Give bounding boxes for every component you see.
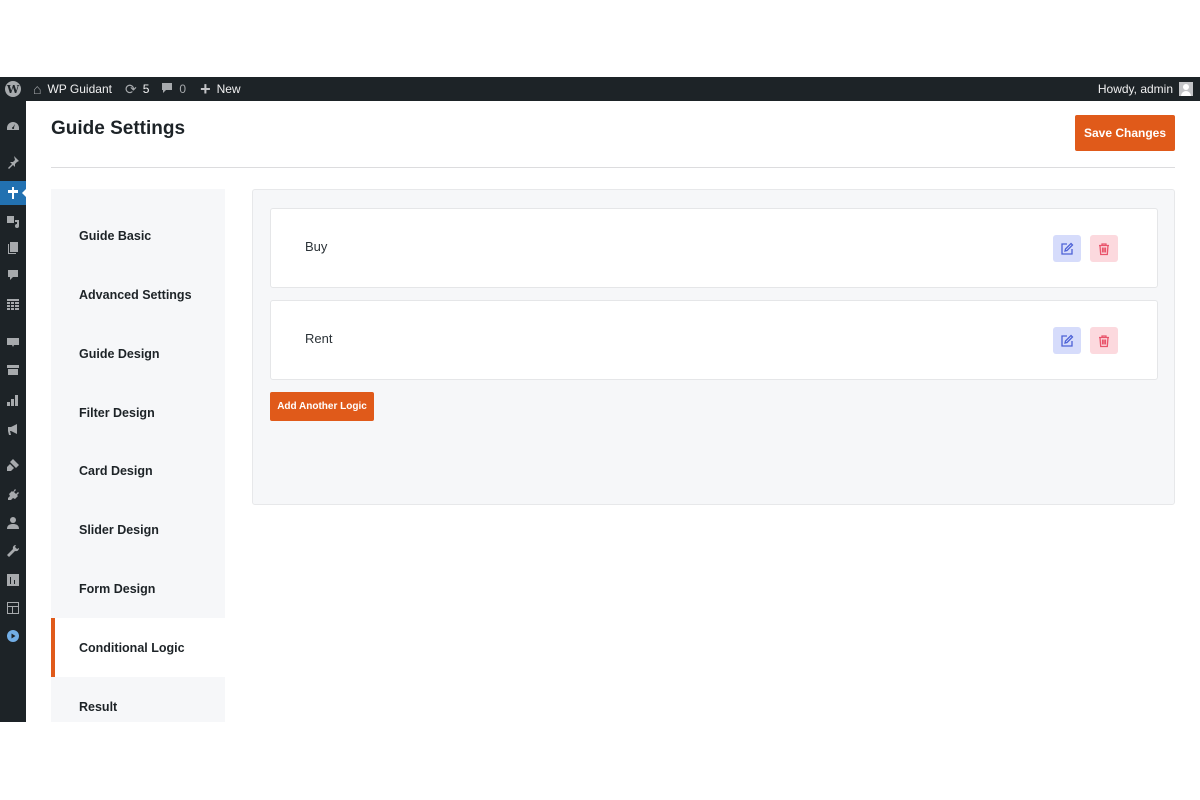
menu-plugins[interactable] [0, 485, 26, 505]
edit-icon [1061, 242, 1074, 255]
analytics-icon [7, 395, 18, 406]
settings-tab-nav: Guide Basic Advanced Settings Guide Desi… [51, 189, 225, 722]
table-icon [7, 299, 19, 310]
add-another-logic-button[interactable]: Add Another Logic [270, 392, 374, 421]
pin-icon [8, 156, 19, 169]
delete-logic-button[interactable] [1090, 327, 1118, 354]
menu-users[interactable] [0, 513, 26, 533]
users-icon [7, 517, 19, 529]
menu-products[interactable] [0, 360, 26, 380]
edit-icon [1061, 334, 1074, 347]
edit-logic-button[interactable] [1053, 235, 1081, 262]
site-name: WP Guidant [47, 82, 112, 96]
edit-logic-button[interactable] [1053, 327, 1081, 354]
wordpress-logo-icon: W [5, 81, 21, 97]
menu-appearance[interactable] [0, 455, 26, 475]
menu-media[interactable] [0, 211, 26, 231]
save-changes-button[interactable]: Save Changes [1075, 115, 1175, 151]
tab-result[interactable]: Result [51, 677, 225, 722]
logic-row-label: Buy [305, 239, 328, 254]
menu-tools[interactable] [0, 541, 26, 561]
new-label: New [216, 82, 241, 96]
admin-menu [0, 101, 27, 722]
wp-logo-menu[interactable]: W [0, 77, 26, 101]
trash-icon [1099, 242, 1109, 255]
tab-guide-basic[interactable]: Guide Basic [51, 206, 225, 265]
settings-sliders-icon [7, 574, 19, 586]
updates-count: 5 [142, 82, 150, 96]
home-icon: ⌂ [33, 81, 42, 97]
admin-bar: W ⌂ WP Guidant ⟳ 5 0 + New Howdy, admin [0, 77, 1200, 101]
my-account-menu[interactable]: Howdy, admin [1098, 77, 1193, 101]
dashboard-icon [7, 122, 19, 130]
guidant-signpost-icon [8, 187, 18, 199]
howdy-text: Howdy, admin [1097, 82, 1173, 96]
tab-guide-design[interactable]: Guide Design [51, 324, 225, 383]
pages-icon [8, 242, 18, 254]
updates-link[interactable]: ⟳ 5 [125, 77, 149, 101]
tab-conditional-logic[interactable]: Conditional Logic [51, 618, 225, 677]
logic-row: Rent [270, 300, 1158, 380]
tools-wrench-icon [7, 544, 20, 557]
menu-player[interactable] [0, 626, 26, 646]
menu-pages[interactable] [0, 238, 26, 258]
new-content-link[interactable]: + New [200, 77, 241, 101]
menu-settings[interactable] [0, 570, 26, 590]
user-avatar-icon [1179, 82, 1193, 96]
appearance-brush-icon [7, 459, 19, 471]
tab-slider-design[interactable]: Slider Design [51, 500, 225, 559]
page-title: Guide Settings [51, 118, 186, 139]
comments-icon [8, 270, 18, 280]
comments-link[interactable]: 0 [161, 77, 186, 101]
comments-count: 0 [179, 82, 187, 96]
site-name-link[interactable]: ⌂ WP Guidant [33, 77, 112, 101]
plugins-icon [8, 489, 19, 500]
plus-icon: + [200, 79, 211, 99]
menu-woocommerce[interactable] [0, 332, 26, 352]
wp-admin-window: W ⌂ WP Guidant ⟳ 5 0 + New Howdy, admin [0, 77, 1200, 722]
media-icon [7, 216, 19, 228]
comment-icon [161, 82, 173, 96]
menu-table[interactable] [0, 294, 26, 314]
menu-posts[interactable] [0, 152, 26, 172]
conditional-logic-panel: Buy Rent Add Another Logic [252, 189, 1175, 505]
logic-row: Buy [270, 208, 1158, 288]
menu-layout[interactable] [0, 598, 26, 618]
tab-filter-design[interactable]: Filter Design [51, 383, 225, 442]
menu-comments[interactable] [0, 265, 26, 285]
menu-dashboard[interactable] [0, 117, 26, 137]
tab-form-design[interactable]: Form Design [51, 559, 225, 618]
woo-icon [7, 338, 19, 347]
updates-icon: ⟳ [124, 81, 137, 97]
trash-icon [1099, 334, 1109, 347]
menu-guidant[interactable] [0, 181, 27, 205]
tab-advanced-settings[interactable]: Advanced Settings [51, 265, 225, 324]
menu-marketing[interactable] [0, 419, 26, 439]
archive-icon [7, 365, 19, 375]
marketing-megaphone-icon [8, 424, 17, 435]
menu-analytics[interactable] [0, 390, 26, 410]
play-circle-icon [7, 630, 19, 642]
logic-row-label: Rent [305, 331, 333, 346]
layout-icon [7, 602, 19, 614]
delete-logic-button[interactable] [1090, 235, 1118, 262]
title-divider [51, 167, 1175, 168]
tab-card-design[interactable]: Card Design [51, 441, 225, 500]
